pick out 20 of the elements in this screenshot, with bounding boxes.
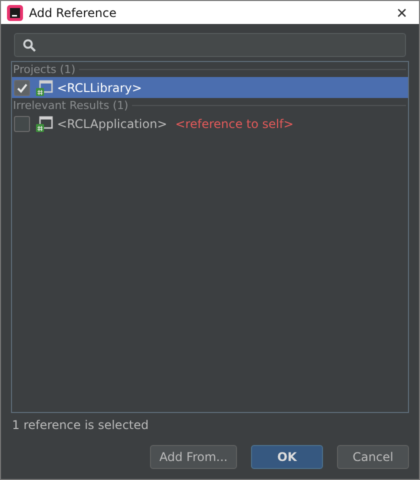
group-header: Irrelevant Results (1) [13,99,128,112]
app-logo-icon [7,4,23,20]
warning-note: <reference to self> [175,116,294,130]
list-item[interactable]: <RCLApplication> <reference to self> [12,113,408,134]
window-title: Add Reference [29,6,118,20]
checkbox[interactable] [14,80,30,96]
search-field[interactable] [14,33,406,57]
close-button[interactable]: ✕ [385,1,419,24]
project-icon [36,116,53,132]
group-header: Projects (1) [13,63,76,76]
dialog-button[interactable]: Add From... [150,445,237,469]
status-text: 1 reference is selected [12,418,150,432]
project-icon [36,80,53,96]
project-name: <RCLLibrary> [57,80,142,94]
dialog-button[interactable]: Cancel [337,445,409,469]
dialog-button[interactable]: OK [251,445,323,469]
search-icon [23,38,36,52]
checkbox[interactable] [14,116,30,132]
project-name: <RCLApplication> [57,116,168,130]
list-item[interactable]: <RCLLibrary> [12,77,408,98]
